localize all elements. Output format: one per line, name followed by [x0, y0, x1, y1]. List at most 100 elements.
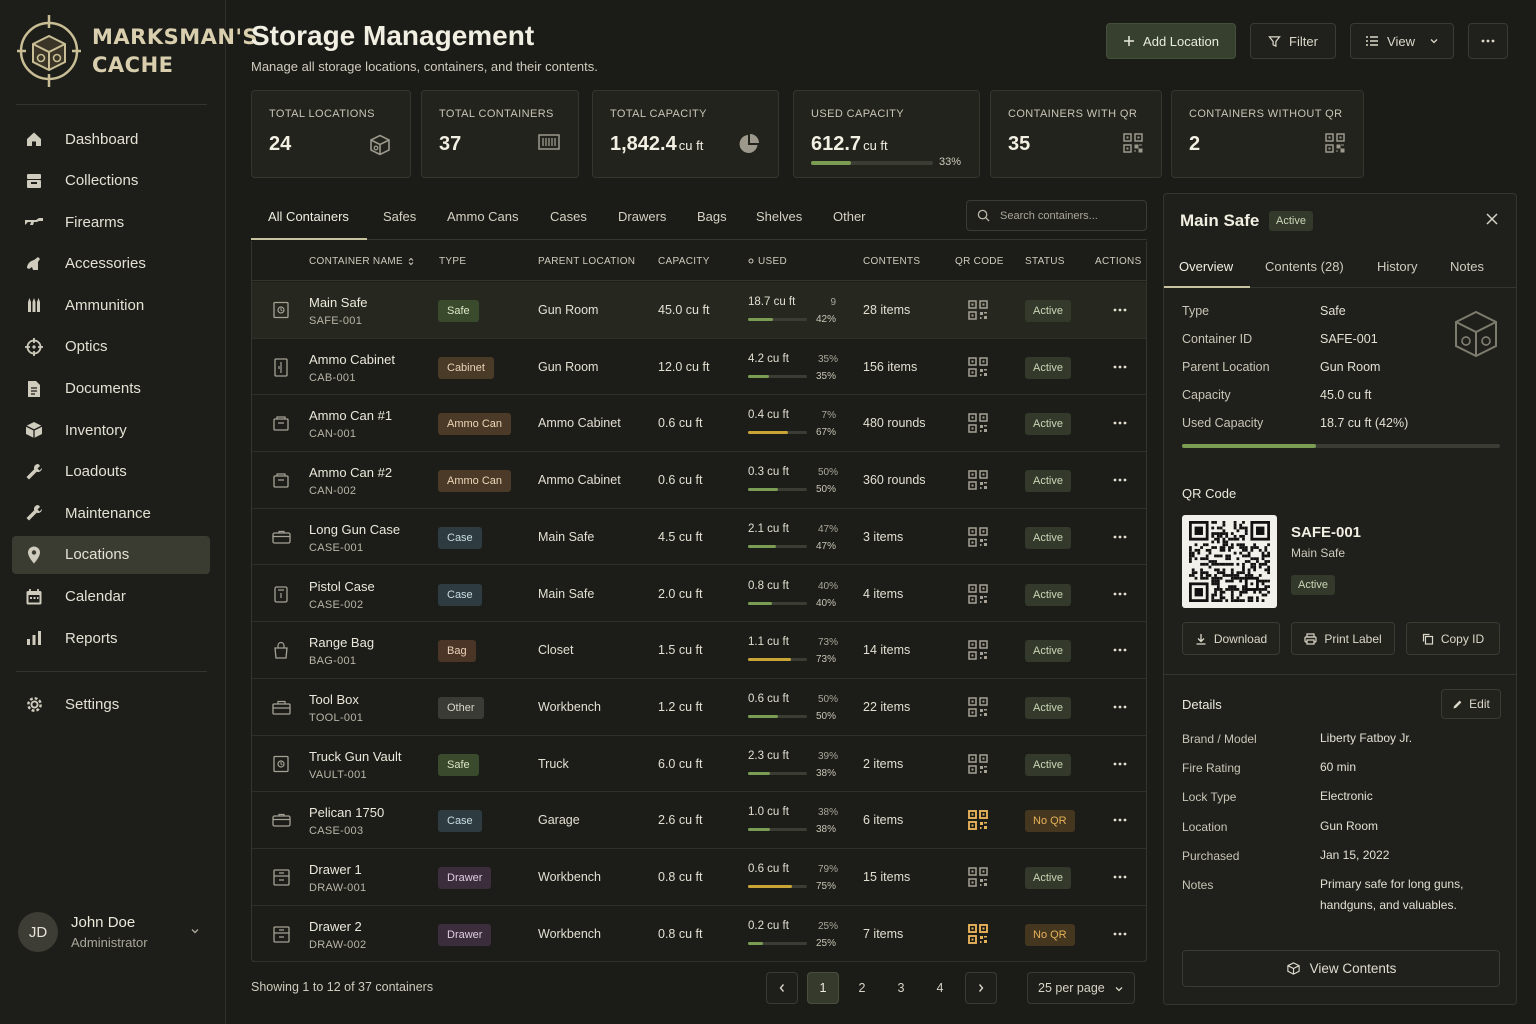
close-panel-button[interactable] — [1486, 213, 1498, 225]
container-name[interactable]: Main Safe — [309, 295, 368, 310]
table-row[interactable]: Drawer 2 DRAW-002 Drawer Workbench 0.8 cu ft… — [252, 906, 1146, 963]
row-actions-button[interactable] — [1113, 357, 1127, 377]
container-name[interactable]: Tool Box — [309, 692, 359, 707]
container-name[interactable]: Long Gun Case — [309, 522, 400, 537]
table-row[interactable]: Long Gun Case CASE-001 Case Main Safe 4.5 cu… — [252, 509, 1146, 566]
container-name[interactable]: Pistol Case — [309, 579, 375, 594]
container-name[interactable]: Pelican 1750 — [309, 805, 384, 820]
panel-tab-overview[interactable]: Overview — [1179, 259, 1233, 274]
tab-all-containers[interactable]: All Containers — [268, 209, 349, 224]
qr-code-icon[interactable] — [968, 300, 988, 320]
sidebar-item-ammunition[interactable]: Ammunition — [12, 286, 210, 324]
row-actions-button[interactable] — [1113, 640, 1127, 660]
sidebar-item-settings[interactable]: Settings — [12, 685, 210, 723]
sidebar-item-loadouts[interactable]: Loadouts — [12, 453, 210, 491]
row-actions-button[interactable] — [1113, 754, 1127, 774]
sidebar-item-optics[interactable]: Optics — [12, 328, 210, 366]
table-row[interactable]: Ammo Can #1 CAN-001 Ammo Can Ammo Cabinet 0.… — [252, 395, 1146, 453]
print-label-button[interactable]: Print Label — [1291, 622, 1395, 655]
next-page-button[interactable] — [965, 972, 997, 1004]
container-name[interactable]: Ammo Can #1 — [309, 408, 392, 423]
row-actions-button[interactable] — [1113, 697, 1127, 717]
qr-code-icon[interactable] — [968, 413, 988, 434]
container-name[interactable]: Truck Gun Vault — [309, 749, 401, 764]
more-options-button[interactable] — [1468, 23, 1508, 59]
sidebar-item-dashboard[interactable]: Dashboard — [12, 120, 210, 158]
tab-shelves[interactable]: Shelves — [756, 209, 802, 224]
tab-drawers[interactable]: Drawers — [618, 209, 666, 224]
page-1-button[interactable]: 1 — [807, 972, 839, 1004]
table-row[interactable]: Pistol Case CASE-002 Case Main Safe 2.0 cu f… — [252, 566, 1146, 623]
sidebar-item-inventory[interactable]: Inventory — [12, 411, 210, 449]
qr-code-icon[interactable] — [968, 527, 988, 547]
sidebar-item-accessories[interactable]: Accessories — [12, 245, 210, 283]
panel-tab-contents[interactable]: Contents (28) — [1265, 259, 1344, 274]
add-location-button[interactable]: Add Location — [1106, 23, 1236, 59]
container-name[interactable]: Ammo Cabinet — [309, 352, 395, 367]
search-box[interactable] — [966, 200, 1147, 231]
row-actions-button[interactable] — [1113, 810, 1127, 830]
qr-container-id: SAFE-001 — [1291, 524, 1362, 541]
table-row[interactable]: Range Bag BAG-001 Bag Closet 1.5 cu ft 1.1 cu… — [252, 622, 1146, 679]
sidebar-item-collections[interactable]: Collections — [12, 162, 210, 200]
container-name[interactable]: Range Bag — [309, 635, 374, 650]
table-row[interactable]: Ammo Can #2 CAN-002 Ammo Can Ammo Cabinet 0.… — [252, 452, 1146, 509]
qr-code-icon[interactable] — [968, 356, 988, 377]
user-menu[interactable]: JD John Doe Administrator — [18, 910, 210, 954]
row-actions-button[interactable] — [1113, 413, 1127, 433]
qr-code-icon[interactable] — [968, 470, 988, 490]
per-page-select[interactable]: 25 per page — [1027, 972, 1135, 1004]
qr-code-icon[interactable] — [968, 697, 988, 717]
search-input[interactable] — [1000, 209, 1130, 222]
container-name[interactable]: Drawer 2 — [309, 919, 362, 934]
qr-code-icon[interactable] — [968, 867, 988, 887]
view-contents-button[interactable]: View Contents — [1182, 950, 1500, 987]
panel-tab-notes[interactable]: Notes — [1450, 259, 1484, 274]
prev-page-button[interactable] — [766, 972, 798, 1004]
view-button[interactable]: View — [1350, 23, 1454, 59]
sidebar-item-locations[interactable]: Locations — [12, 535, 210, 574]
table-row[interactable]: Pelican 1750 CASE-003 Case Garage 2.6 cu ft 1… — [252, 792, 1146, 849]
copy-id-button[interactable]: Copy ID — [1406, 622, 1500, 655]
container-name[interactable]: Ammo Can #2 — [309, 465, 392, 480]
page-4-button[interactable]: 4 — [924, 972, 956, 1004]
row-actions-button[interactable] — [1113, 300, 1127, 320]
page-3-button[interactable]: 3 — [885, 972, 917, 1004]
table-row[interactable]: Main Safe SAFE-001 Safe Gun Room 45.0 cu ft 1… — [252, 282, 1146, 339]
tab-other[interactable]: Other — [833, 209, 866, 224]
edit-details-button[interactable]: Edit — [1441, 689, 1501, 719]
tab-cases[interactable]: Cases — [550, 209, 587, 224]
sidebar-item-reports[interactable]: Reports — [12, 619, 210, 657]
sidebar-item-documents[interactable]: Documents — [12, 370, 210, 408]
tab-safes[interactable]: Safes — [383, 209, 416, 224]
qr-code-icon[interactable] — [968, 640, 988, 660]
sidebar-item-calendar[interactable]: Calendar — [12, 578, 210, 616]
column-header-container-name[interactable]: CONTAINER NAME — [309, 256, 414, 267]
qr-code-icon[interactable] — [968, 923, 988, 944]
brand[interactable]: MARKSMAN'S CACHE — [16, 14, 258, 88]
capacity: 0.8 cu ft — [658, 870, 703, 884]
row-actions-button[interactable] — [1113, 924, 1127, 944]
row-actions-button[interactable] — [1113, 584, 1127, 604]
sidebar-item-maintenance[interactable]: Maintenance — [12, 494, 210, 532]
tab-ammo-cans[interactable]: Ammo Cans — [447, 209, 519, 224]
download-qr-button[interactable]: Download — [1182, 622, 1280, 655]
qr-code-icon[interactable] — [968, 810, 988, 831]
sidebar-item-firearms[interactable]: Firearms — [12, 203, 210, 241]
qr-code-icon[interactable] — [968, 583, 988, 604]
table-row[interactable]: Ammo Cabinet CAB-001 Cabinet Gun Room 12.0 c… — [252, 339, 1146, 396]
table-row[interactable]: Truck Gun Vault VAULT-001 Safe Truck 6.0 cu … — [252, 736, 1146, 793]
column-header-used[interactable]: USED — [748, 256, 787, 267]
row-actions-button[interactable] — [1113, 527, 1127, 547]
container-name[interactable]: Drawer 1 — [309, 862, 362, 877]
type-badge: Drawer — [438, 867, 492, 889]
qr-code-icon[interactable] — [968, 753, 988, 774]
table-row[interactable]: Drawer 1 DRAW-001 Drawer Workbench 0.8 cu ft… — [252, 849, 1146, 906]
row-actions-button[interactable] — [1113, 867, 1127, 887]
row-actions-button[interactable] — [1113, 470, 1127, 490]
table-row[interactable]: Tool Box TOOL-001 Other Workbench 1.2 cu ft 0… — [252, 679, 1146, 736]
filter-button[interactable]: Filter — [1250, 23, 1336, 59]
page-2-button[interactable]: 2 — [846, 972, 878, 1004]
tab-bags[interactable]: Bags — [697, 209, 727, 224]
panel-tab-history[interactable]: History — [1377, 259, 1417, 274]
